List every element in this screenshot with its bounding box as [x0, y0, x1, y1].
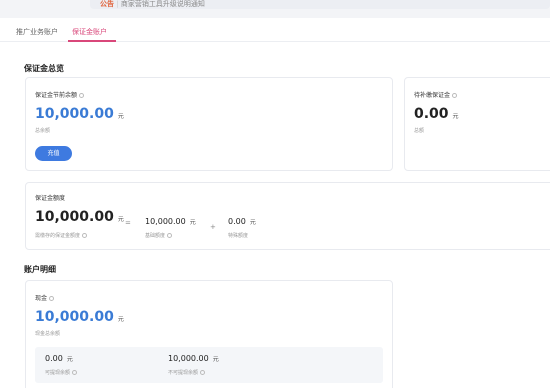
limit-special-unit: 元	[249, 219, 256, 226]
deposit-balance-amount: 10,000.00	[35, 106, 114, 122]
cash-amount: 10,000.00	[35, 309, 114, 325]
details-title: 账户明细	[24, 265, 56, 274]
top-bar: 公告 | 商家营销工具升级说明通知	[0, 0, 550, 18]
locked-sub-wrap: 不可提现余额	[168, 369, 206, 376]
deposit-balance-sub: 总余额	[35, 128, 51, 134]
pending-deposit-sub: 总额	[414, 128, 425, 134]
cash-card: 现金 10,000.00 元 现金总余额 0.00 元 可提现余额 10,000.0…	[25, 280, 393, 388]
account-tabs: 推广业务账户 保证金账户	[0, 18, 550, 42]
deposit-limit-label: 保证金额度	[35, 195, 66, 202]
limit-special-amount: 0.00	[228, 217, 246, 226]
notice-tag: 公告	[100, 0, 114, 8]
cash-label: 现金	[35, 295, 48, 302]
recharge-button[interactable]: 充值	[35, 146, 72, 161]
withdrawable-sub: 可提现余额	[45, 370, 71, 376]
withdrawable-unit: 元	[66, 356, 73, 363]
tab-promotion-account[interactable]: 推广业务账户	[16, 27, 58, 37]
withdrawable-wrap: 0.00 元	[45, 354, 73, 363]
main-content: 保证金总览 保证金节前余额 10,000.00 元 总余额 充值 待补缴保证金 0…	[0, 42, 550, 388]
help-icon[interactable]	[49, 296, 55, 301]
limit-base-sub-wrap: 基础额度	[145, 232, 173, 239]
deposit-limit-card: 保证金额度 10,000.00 元 需缴存的保证金额度 = 10,000.00 元 …	[25, 182, 550, 250]
notice-bar[interactable]: 公告 | 商家营销工具升级说明通知	[90, 0, 550, 9]
cash-breakdown: 0.00 元 可提现余额 10,000.00 元 不可提现余额	[35, 347, 383, 383]
limit-base-amount: 10,000.00	[145, 217, 186, 226]
locked-unit: 元	[212, 356, 219, 363]
pending-deposit-card: 待补缴保证金 0.00 元 总额	[404, 77, 550, 171]
limit-total-unit: 元	[117, 216, 124, 223]
limit-special-sub: 特殊额度	[228, 233, 249, 239]
deposit-balance-amount-wrap: 10,000.00 元	[35, 106, 124, 122]
pending-deposit-label-wrap: 待补缴保证金	[414, 90, 458, 99]
deposit-balance-card: 保证金节前余额 10,000.00 元 总余额 充值	[25, 77, 393, 171]
limit-total-amount: 10,000.00	[35, 209, 114, 225]
withdrawable-amount: 0.00	[45, 354, 63, 363]
equals-sign: =	[125, 219, 131, 227]
locked-wrap: 10,000.00 元	[168, 354, 219, 363]
notice-text: 商家营销工具升级说明通知	[120, 0, 205, 8]
limit-base-wrap: 10,000.00 元	[145, 217, 196, 226]
pending-deposit-label: 待补缴保证金	[414, 92, 451, 99]
cash-unit: 元	[117, 316, 124, 323]
cash-sub: 现金总余额	[35, 331, 61, 337]
cash-label-wrap: 现金	[35, 293, 55, 302]
help-icon[interactable]	[82, 233, 88, 238]
help-icon[interactable]	[452, 93, 458, 98]
limit-base-unit: 元	[189, 219, 196, 226]
help-icon[interactable]	[79, 93, 85, 98]
deposit-balance-label-wrap: 保证金节前余额	[35, 90, 85, 99]
limit-total-sub-wrap: 需缴存的保证金额度	[35, 232, 88, 239]
pending-deposit-amount: 0.00	[414, 106, 449, 122]
deposit-balance-label: 保证金节前余额	[35, 92, 78, 99]
plus-sign: +	[210, 223, 216, 231]
deposit-balance-unit: 元	[117, 113, 124, 120]
limit-total-wrap: 10,000.00 元	[35, 209, 124, 225]
pending-deposit-unit: 元	[452, 113, 459, 120]
locked-sub: 不可提现余额	[168, 370, 199, 376]
help-icon[interactable]	[200, 370, 206, 375]
locked-amount: 10,000.00	[168, 354, 209, 363]
withdrawable-sub-wrap: 可提现余额	[45, 369, 78, 376]
limit-special-wrap: 0.00 元	[228, 217, 256, 226]
pending-deposit-amount-wrap: 0.00 元	[414, 106, 459, 122]
overview-title: 保证金总览	[24, 64, 64, 73]
cash-amount-wrap: 10,000.00 元	[35, 309, 124, 325]
limit-total-sub: 需缴存的保证金额度	[35, 233, 81, 239]
help-icon[interactable]	[72, 370, 78, 375]
help-icon[interactable]	[167, 233, 173, 238]
limit-base-sub: 基础额度	[145, 233, 166, 239]
tab-deposit-account[interactable]: 保证金账户	[72, 27, 107, 37]
